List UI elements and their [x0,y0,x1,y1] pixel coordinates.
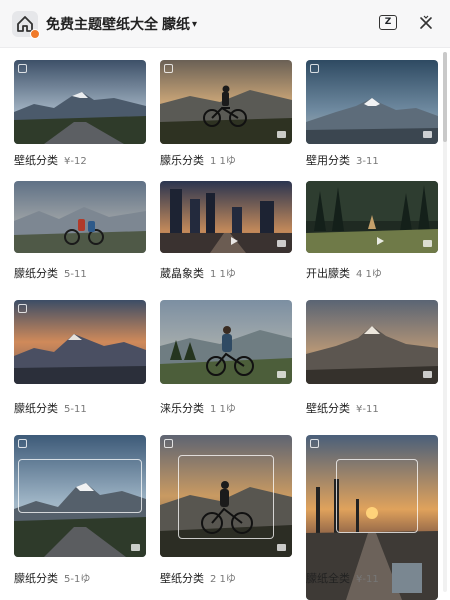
wallpaper-meta: 3-11 [356,156,379,167]
wallpaper-title: 开出朦类 [306,267,350,280]
gallery-icon [277,371,286,378]
wallpaper-thumbnail[interactable] [306,300,438,384]
wallpaper-label: 朦纸分类 5-1ゆ [14,570,90,586]
wallpaper-title: 朦纸全类 [306,572,350,585]
wallpaper-label: 朦乐分类 1 1ゆ [160,152,236,168]
scrollbar[interactable] [443,52,447,592]
image-icon [164,64,173,73]
image-icon [18,64,27,73]
wallpaper-title: 朦纸分类 [14,267,58,280]
wallpaper-meta: 5-11 [64,404,87,415]
image-icon [18,439,27,448]
close-icon[interactable] [417,14,435,32]
wallpaper-label: 壁纸分类 2 1ゆ [160,570,236,586]
wallpaper-thumbnail[interactable] [306,60,438,144]
selection-frame [336,459,418,533]
chevron-down-icon[interactable]: ▾ [192,19,197,30]
z-button[interactable]: Z [379,15,397,30]
wallpaper-title: 壁纸分类 [14,154,58,167]
wallpaper-title: 朦乐分类 [160,154,204,167]
app-title-text: 免费主题壁纸大全 [46,17,158,33]
wallpaper-meta: ¥-11 [356,574,379,585]
wallpaper-label: 朦纸分类 5-11 [14,265,87,281]
wallpaper-meta: 5-11 [64,269,87,280]
wallpaper-label: 朦纸分类 5-11 [14,400,87,416]
wallpaper-thumbnail[interactable] [14,60,146,144]
title-bar: 免费主题壁纸大全 朦纸 ▾ Z [0,0,450,48]
wallpaper-title: 朦纸分类 [14,572,58,585]
gallery-icon [131,544,140,551]
wallpaper-label: 涞乐分类 1 1ゆ [160,400,236,416]
wallpaper-thumbnail[interactable] [160,181,292,253]
wallpaper-meta: 4 1ゆ [356,269,382,280]
play-icon [231,237,238,245]
wallpaper-title: 壁用分类 [306,154,350,167]
wallpaper-title: 涞乐分类 [160,402,204,415]
wallpaper-thumbnail[interactable] [160,60,292,144]
category-dropdown[interactable]: 朦纸 [162,17,190,33]
wallpaper-meta: 1 1ゆ [210,404,236,415]
wallpaper-meta: ¥-12 [64,156,87,167]
wallpaper-thumbnail[interactable] [14,435,146,557]
gallery-icon [423,371,432,378]
notification-badge [30,29,40,39]
wallpaper-label: 壁纸分类 ¥-11 [306,400,379,416]
play-icon [377,237,384,245]
wallpaper-meta: 2 1ゆ [210,574,236,585]
wallpaper-label: 壁用分类 3-11 [306,152,379,168]
wallpaper-thumbnail[interactable] [306,181,438,253]
wallpaper-title: 壁纸分类 [306,402,350,415]
wallpaper-meta: ¥-11 [356,404,379,415]
wallpaper-meta: 1 1ゆ [210,156,236,167]
wallpaper-meta: 5-1ゆ [64,574,91,585]
wallpaper-label: 朦纸全类 ¥-11 [306,570,379,586]
gallery-icon [277,544,286,551]
wallpaper-thumbnail[interactable] [14,181,146,253]
wallpaper-title: 朦纸分类 [14,402,58,415]
wallpaper-thumbnail[interactable] [160,300,292,384]
image-icon [164,439,173,448]
wallpaper-title: 葳皛象类 [160,267,204,280]
gallery-icon [423,240,432,247]
gallery-icon [277,240,286,247]
wallpaper-label: 葳皛象类 1 1ゆ [160,265,236,281]
selection-frame [178,455,274,539]
gallery-icon [423,131,432,138]
scroll-thumb[interactable] [443,52,447,142]
image-icon [310,64,319,73]
gallery-icon [277,131,286,138]
wallpaper-label: 壁纸分类 ¥-12 [14,152,87,168]
wallpaper-thumbnail[interactable] [14,300,146,384]
wallpaper-thumbnail[interactable] [160,435,292,557]
selection-frame [18,459,142,513]
wallpaper-title: 壁纸分类 [160,572,204,585]
image-icon [18,304,27,313]
wallpaper-meta: 1 1ゆ [210,269,236,280]
app-title: 免费主题壁纸大全 朦纸 ▾ [46,14,197,34]
image-icon [310,439,319,448]
wallpaper-label: 开出朦类 4 1ゆ [306,265,382,281]
